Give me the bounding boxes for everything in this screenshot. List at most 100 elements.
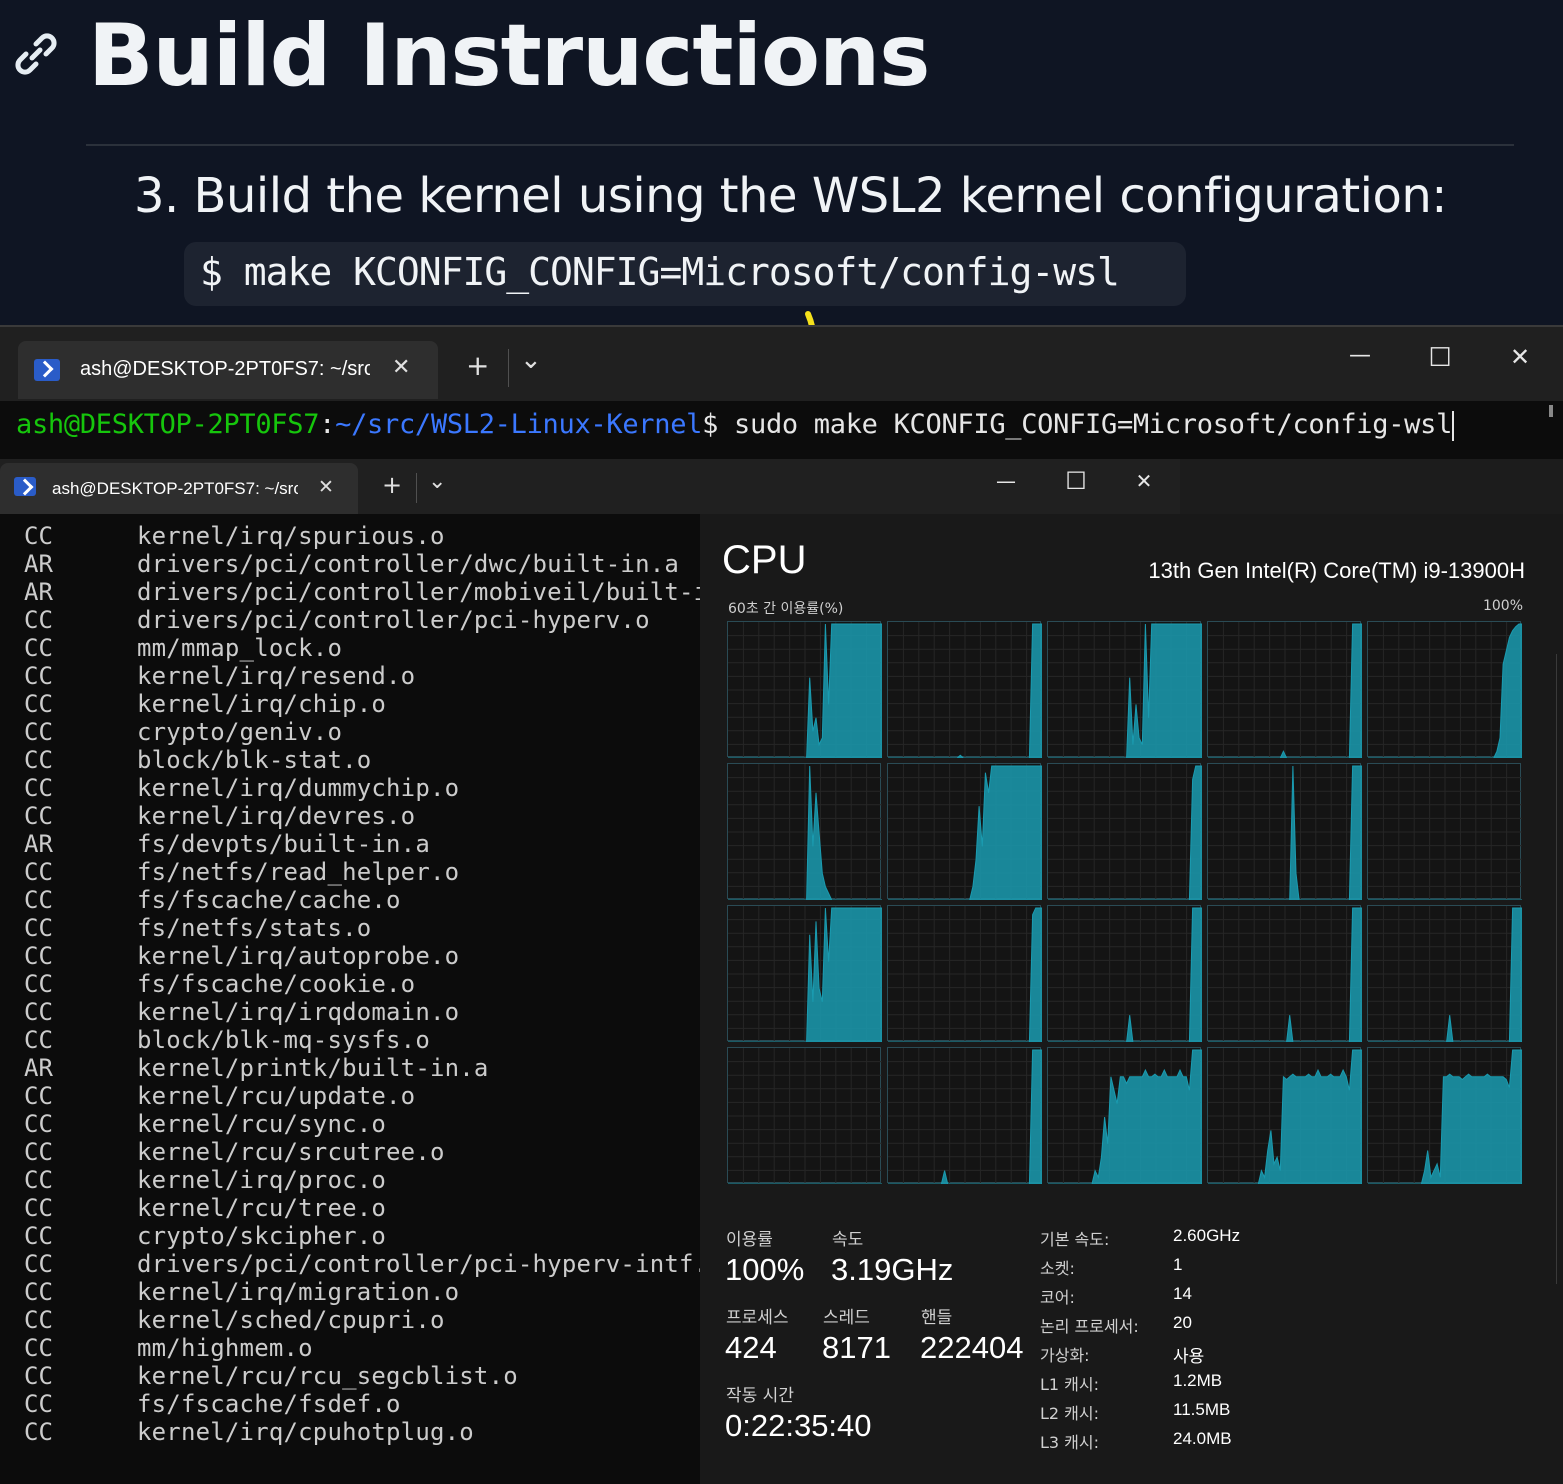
utilization-value: 100% [725, 1252, 805, 1287]
powershell-icon [34, 359, 60, 381]
code-text: $ make KCONFIG_CONFIG=Microsoft/config-w… [200, 250, 1120, 294]
core-usage-chart [888, 906, 1042, 1042]
minimize-button[interactable]: — [1340, 343, 1380, 368]
terminal-output[interactable]: ash@DESKTOP-2PT0FS7:~/src/WSL2-Linux-Ker… [0, 401, 1563, 459]
new-tab-button[interactable]: + [466, 349, 489, 382]
log-path: mm/mmap_lock.o [137, 634, 343, 662]
core-usage-chart [1208, 622, 1362, 758]
maximize-button[interactable]: ☐ [1420, 343, 1460, 373]
spec-value: 사용 [1173, 1347, 1205, 1366]
log-path: fs/fscache/cache.o [137, 886, 401, 914]
log-kind: CC [24, 942, 53, 970]
divider [86, 144, 1514, 146]
log-path: kernel/sched/cpupri.o [137, 1306, 445, 1334]
core-usage-graph [887, 621, 1042, 758]
log-path: crypto/geniv.o [137, 718, 343, 746]
log-kind: AR [24, 550, 53, 578]
command-text: sudo make KCONFIG_CONFIG=Microsoft/confi… [718, 409, 1453, 440]
core-usage-chart [1368, 764, 1522, 900]
core-usage-chart [1048, 764, 1202, 900]
text-cursor [1452, 410, 1455, 441]
core-usage-graph [887, 763, 1042, 900]
log-kind: CC [24, 1418, 53, 1446]
handles-value: 222404 [920, 1330, 1024, 1365]
background-strip [1180, 459, 1563, 514]
log-kind: CC [24, 1306, 53, 1334]
task-manager-cpu-panel: CPU 13th Gen Intel(R) Core(TM) i9-13900H… [700, 514, 1563, 1484]
core-usage-grid [727, 621, 1523, 1185]
core-usage-chart [728, 1048, 882, 1184]
usage-graph-label: 60초 간 이용률(%) [728, 601, 844, 617]
log-path: drivers/pci/controller/pci-hyperv.o [137, 606, 650, 634]
log-kind: AR [24, 1054, 53, 1082]
core-usage-graph [727, 905, 882, 1042]
link-icon[interactable] [12, 30, 60, 78]
terminal-tab[interactable]: ash@DESKTOP-2PT0FS7: ~/src ✕ [18, 341, 438, 399]
log-path: kernel/irq/dummychip.o [137, 774, 460, 802]
log-path: crypto/skcipher.o [137, 1222, 387, 1250]
spec-label: 기본 속도: [1040, 1230, 1110, 1249]
core-usage-chart [1208, 764, 1362, 900]
core-usage-chart [728, 906, 882, 1042]
close-tab-icon[interactable]: ✕ [318, 476, 334, 498]
log-path: drivers/pci/controller/mobiveil/built-in [137, 578, 723, 606]
core-usage-graph [1367, 905, 1522, 1042]
cpu-model: 13th Gen Intel(R) Core(TM) i9-13900H [1148, 558, 1525, 583]
core-usage-graph [727, 763, 882, 900]
log-path: kernel/irq/proc.o [137, 1166, 387, 1194]
core-usage-chart [888, 1048, 1042, 1184]
log-path: fs/netfs/read_helper.o [137, 858, 460, 886]
log-path: fs/netfs/stats.o [137, 914, 372, 942]
scrollbar[interactable] [1549, 405, 1553, 417]
log-kind: CC [24, 858, 53, 886]
uptime-value: 0:22:35:40 [725, 1408, 872, 1443]
terminal-window-bottom-titlebar: ash@DESKTOP-2PT0FS7: ~/src ✕ + ⌄ — ☐ ✕ [0, 459, 1180, 514]
spec-value: 14 [1173, 1284, 1192, 1303]
maximize-button[interactable]: ☐ [1058, 467, 1094, 495]
core-usage-chart [1368, 1048, 1522, 1184]
prompt-path: ~/src/WSL2-Linux-Kernel [335, 409, 703, 440]
new-tab-button[interactable]: + [382, 471, 402, 499]
close-button[interactable]: ✕ [1500, 343, 1540, 371]
log-kind: CC [24, 1138, 53, 1166]
log-path: kernel/rcu/update.o [137, 1082, 416, 1110]
step-text: 3. Build the kernel using the WSL2 kerne… [134, 168, 1447, 224]
speed-label: 속도 [832, 1230, 864, 1250]
docs-header: Build Instructions 3. Build the kernel u… [0, 0, 1563, 325]
core-usage-chart [1048, 1048, 1202, 1184]
log-kind: CC [24, 998, 53, 1026]
log-path: kernel/printk/built-in.a [137, 1054, 489, 1082]
close-button[interactable]: ✕ [1126, 469, 1162, 493]
tab-title: ash@DESKTOP-2PT0FS7: ~/src [80, 358, 370, 380]
log-path: kernel/rcu/rcu_segcblist.o [137, 1362, 518, 1390]
spec-value: 20 [1173, 1313, 1192, 1332]
log-path: kernel/rcu/srcutree.o [137, 1138, 445, 1166]
close-tab-icon[interactable]: ✕ [392, 355, 410, 380]
chevron-down-icon[interactable]: ⌄ [520, 345, 542, 375]
log-kind: CC [24, 1334, 53, 1362]
core-usage-chart [1208, 906, 1362, 1042]
minimize-button[interactable]: — [988, 469, 1024, 493]
core-usage-graph [1207, 1047, 1362, 1184]
log-path: kernel/irq/cpuhotplug.o [137, 1418, 474, 1446]
core-usage-graph [1047, 905, 1202, 1042]
terminal-tab[interactable]: ash@DESKTOP-2PT0FS7: ~/src ✕ [0, 463, 358, 514]
chevron-down-icon[interactable]: ⌄ [428, 469, 446, 494]
log-path: mm/highmem.o [137, 1334, 313, 1362]
prompt-line: ash@DESKTOP-2PT0FS7:~/src/WSL2-Linux-Ker… [16, 409, 1455, 441]
log-path: fs/devpts/built-in.a [137, 830, 430, 858]
log-path: kernel/irq/spurious.o [137, 522, 445, 550]
tab-separator [508, 349, 509, 387]
log-kind: CC [24, 718, 53, 746]
terminal-output[interactable]: CC kernel/irq/spurious.o AR drivers/pci/con… [0, 514, 723, 1484]
uptime-label: 작동 시간 [726, 1386, 794, 1406]
prompt-user: ash@DESKTOP-2PT0FS7 [16, 409, 320, 440]
core-usage-chart [1368, 622, 1522, 758]
threads-value: 8171 [822, 1330, 891, 1365]
log-path: fs/fscache/fsdef.o [137, 1390, 401, 1418]
utilization-label: 이용률 [726, 1230, 773, 1250]
core-usage-chart [1368, 906, 1522, 1042]
spec-value: 1.2MB [1173, 1371, 1223, 1390]
core-usage-graph [887, 1047, 1042, 1184]
core-usage-graph [1047, 763, 1202, 900]
